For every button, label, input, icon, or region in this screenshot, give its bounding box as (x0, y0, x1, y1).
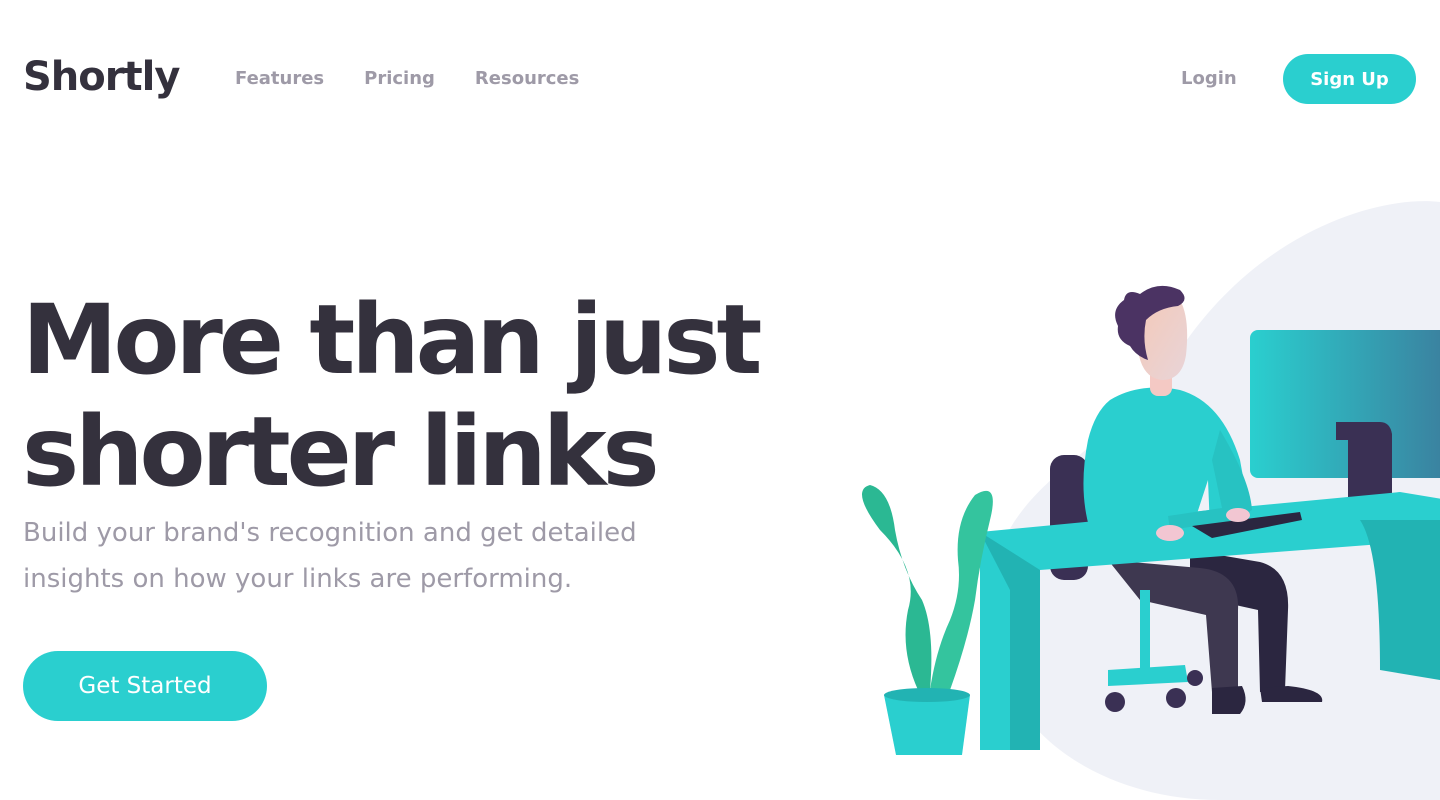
hand-right (1226, 508, 1250, 522)
plant-pot (884, 695, 970, 755)
chair-wheel (1105, 692, 1125, 712)
hero-title: More than just shorter links (22, 284, 782, 508)
login-link[interactable]: Login (1181, 66, 1237, 92)
site-header: Shortly Features Pricing Resources Login… (0, 0, 1440, 160)
hand-left (1156, 525, 1184, 541)
site-logo[interactable]: Shortly (23, 49, 180, 105)
nav-link-features[interactable]: Features (235, 66, 324, 92)
hero-subtitle-line-2: insights on how your links are performin… (23, 564, 573, 594)
plant-leaf-left (862, 485, 932, 690)
plant-pot-rim (884, 688, 970, 702)
hero-subtitle: Build your brand's recognition and get d… (23, 510, 723, 602)
illustration-svg (862, 201, 1440, 800)
chair-post (1140, 590, 1150, 670)
nav-link-pricing[interactable]: Pricing (364, 66, 435, 92)
hero-title-line-2: shorter links (22, 396, 660, 508)
nav-link-resources[interactable]: Resources (475, 66, 579, 92)
monitor-screen (1250, 330, 1440, 478)
landing-page: Shortly Features Pricing Resources Login… (0, 0, 1440, 800)
get-started-button[interactable]: Get Started (23, 651, 267, 721)
hero-title-line-1: More than just (22, 284, 762, 396)
hero-subtitle-line-1: Build your brand's recognition and get d… (23, 518, 637, 548)
primary-nav: Features Pricing Resources (235, 66, 619, 92)
sign-up-button[interactable]: Sign Up (1283, 54, 1416, 104)
chair-wheel (1166, 688, 1186, 708)
chair-wheel (1187, 670, 1203, 686)
shoe-front (1212, 686, 1246, 714)
person-working-illustration (840, 190, 1440, 800)
